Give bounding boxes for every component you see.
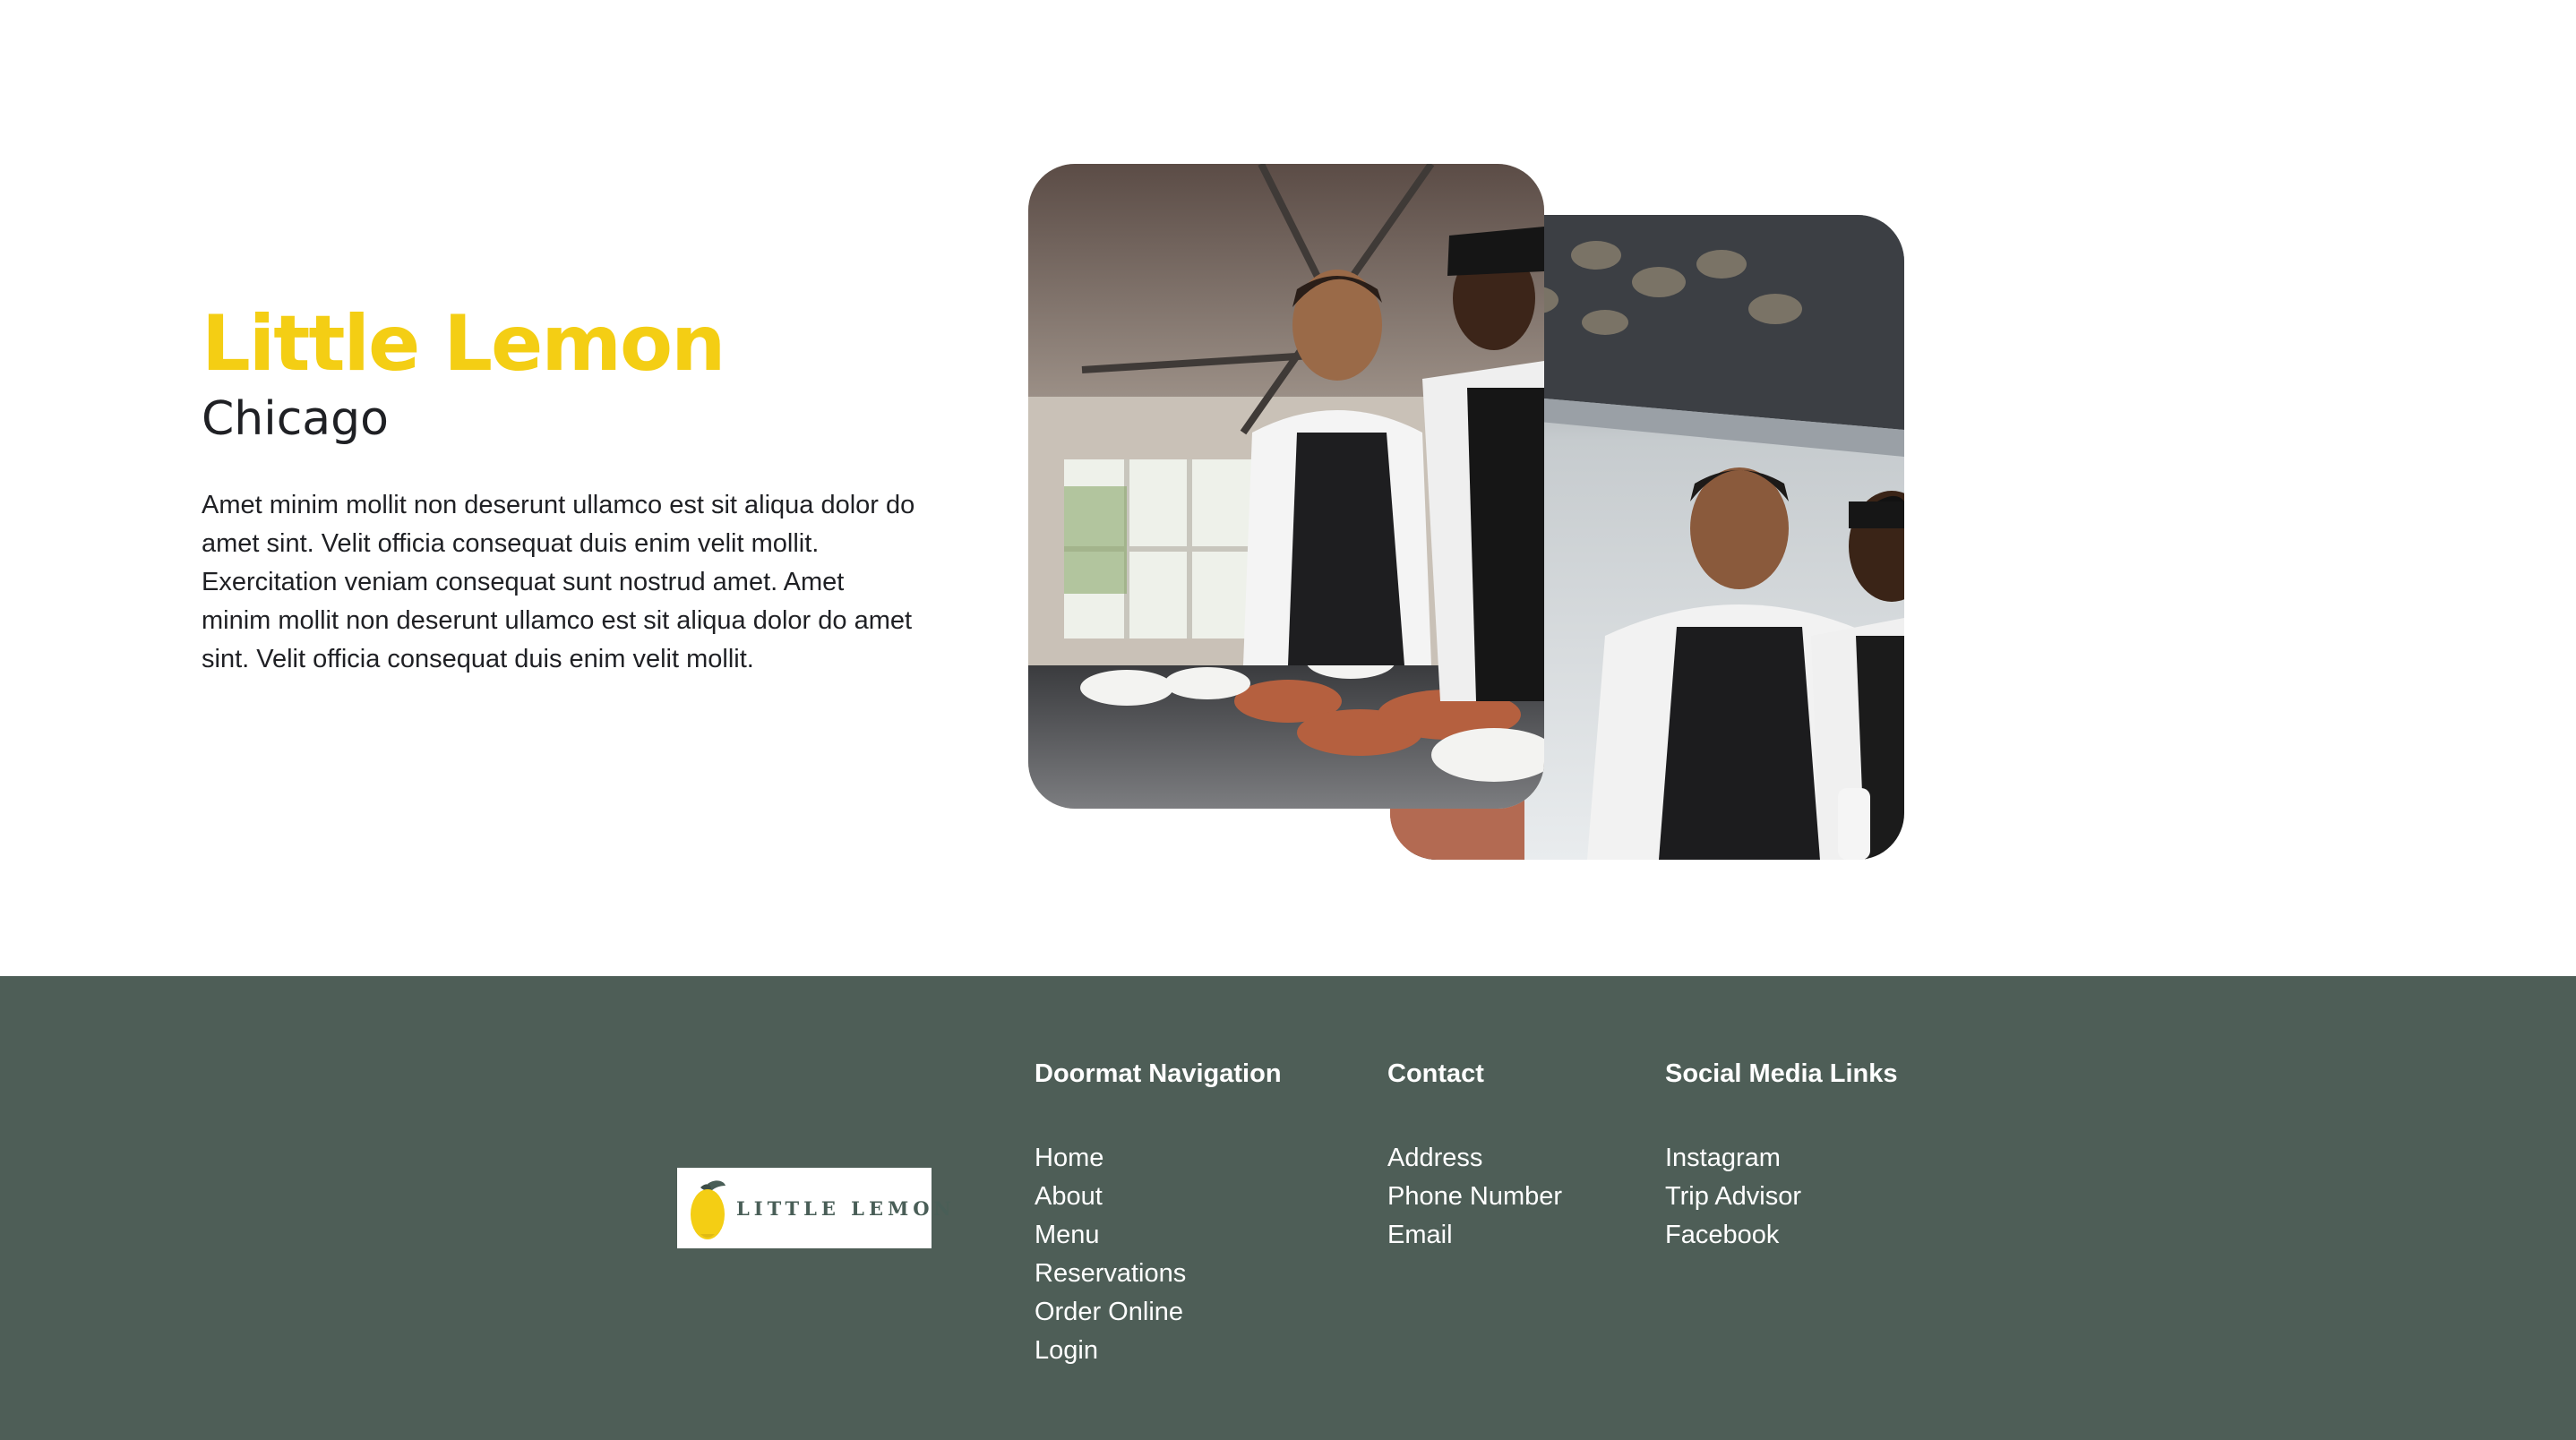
about-section: Little Lemon Chicago Amet minim mollit n… <box>0 0 2576 976</box>
doormat-navigation-list: Home About Menu Reservations Order Onlin… <box>1035 1139 1282 1370</box>
doormat-navigation-heading: Doormat Navigation <box>1035 1059 1282 1088</box>
contact-heading: Contact <box>1387 1059 1484 1088</box>
about-title: Little Lemon <box>202 299 726 389</box>
social-media-heading: Social Media Links <box>1665 1059 1898 1088</box>
contact-section: Contact Address Phone Number Email <box>1387 1055 1562 1255</box>
contact-list: Address Phone Number Email <box>1387 1139 1562 1255</box>
doormat-navigation: Doormat Navigation Home About Menu Reser… <box>1035 1055 1282 1370</box>
footer-logo[interactable]: LITTLE LEMON <box>677 1168 951 1248</box>
contact-link-phone[interactable]: Phone Number <box>1387 1182 1562 1211</box>
lemon-logo-icon <box>691 1180 726 1239</box>
contact-link-address[interactable]: Address <box>1387 1144 1482 1172</box>
social-link-facebook[interactable]: Facebook <box>1665 1221 1779 1249</box>
social-media-list: Instagram Trip Advisor Facebook <box>1665 1139 1897 1255</box>
chefs-talking-photo <box>1028 164 1544 809</box>
footer-link-login[interactable]: Login <box>1035 1336 1098 1365</box>
footer-link-menu[interactable]: Menu <box>1035 1221 1100 1249</box>
footer-link-about[interactable]: About <box>1035 1182 1103 1211</box>
footer-link-order-online[interactable]: Order Online <box>1035 1298 1183 1326</box>
footer-link-reservations[interactable]: Reservations <box>1035 1259 1186 1288</box>
social-media-section: Social Media Links Instagram Trip Adviso… <box>1665 1055 1897 1255</box>
footer-link-home[interactable]: Home <box>1035 1144 1103 1172</box>
about-description: Amet minim mollit non deserunt ullamco e… <box>202 491 915 673</box>
contact-link-email[interactable]: Email <box>1387 1221 1453 1249</box>
site-footer: LITTLE LEMON Doormat Navigation Home Abo… <box>0 976 2576 1440</box>
social-link-trip-advisor[interactable]: Trip Advisor <box>1665 1182 1801 1211</box>
footer-logo-text: LITTLE LEMON <box>736 1196 956 1220</box>
social-link-instagram[interactable]: Instagram <box>1665 1144 1781 1172</box>
page: Little Lemon Chicago Amet minim mollit n… <box>0 0 2576 1440</box>
about-subtitle: Chicago <box>202 392 389 446</box>
